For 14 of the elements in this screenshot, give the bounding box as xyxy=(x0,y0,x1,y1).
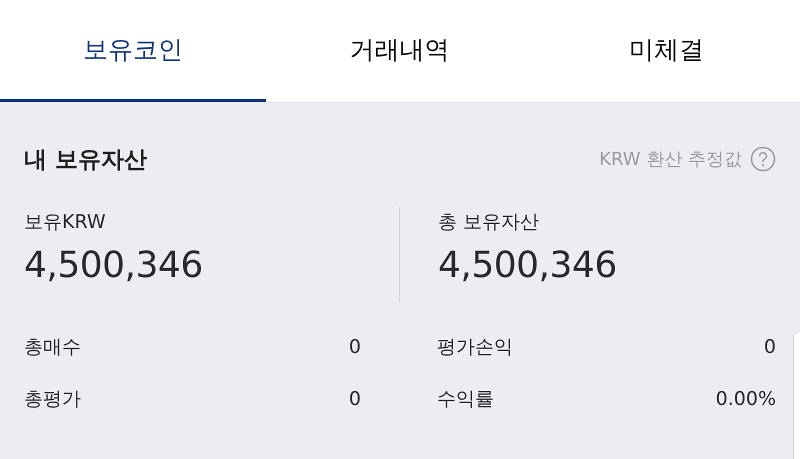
stat-label: 총평가 xyxy=(24,387,81,412)
estimate-note: KRW 환산 추정값 xyxy=(599,148,742,171)
section-title: 내 보유자산 xyxy=(24,146,148,174)
asset-amount: 4,500,346 xyxy=(24,245,203,286)
stat-value: 0 xyxy=(348,387,361,412)
stat-label: 수익률 xyxy=(437,387,494,412)
stat-value: 0.00% xyxy=(716,387,776,412)
asset-label: 보유KRW xyxy=(24,210,106,235)
stat-label: 평가손익 xyxy=(437,335,513,360)
stat-value: 0 xyxy=(348,335,361,360)
asset-amount: 4,500,346 xyxy=(438,245,617,286)
stat-value: 0 xyxy=(764,335,776,360)
asset-label: 총 보유자산 xyxy=(438,210,540,235)
stat-label: 총매수 xyxy=(24,335,81,360)
